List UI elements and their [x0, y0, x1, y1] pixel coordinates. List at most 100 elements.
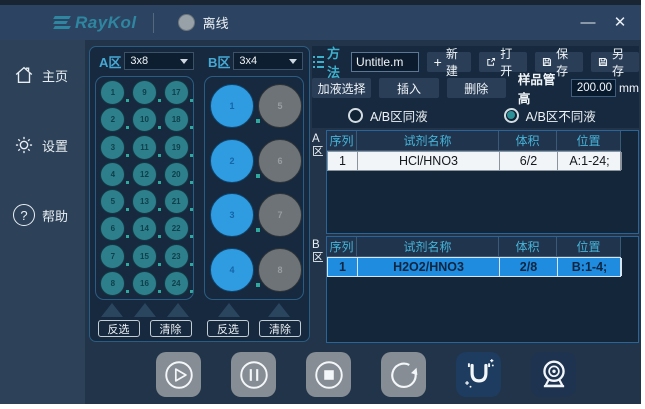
- plate-b-well-7[interactable]: 7: [258, 193, 302, 237]
- tube-height-unit: mm: [619, 81, 639, 95]
- sidebar-item-home[interactable]: 主页: [0, 62, 85, 88]
- plate-a-well-21[interactable]: 21: [164, 189, 189, 214]
- plate-b-arrow-up-icon[interactable]: [218, 303, 240, 317]
- plate-b-well-6[interactable]: 6: [258, 139, 302, 183]
- table-b-row[interactable]: 1H2O2/HNO32/8B:1-4;: [327, 257, 621, 277]
- play-button[interactable]: [156, 352, 201, 397]
- table-a-column-header: 序列: [327, 131, 357, 150]
- camera-button[interactable]: [531, 352, 576, 397]
- tube-height-input[interactable]: 200.00: [571, 79, 616, 97]
- save-icon: [542, 56, 552, 68]
- method-label: 方法: [327, 43, 349, 81]
- save-as-method-label: 另存: [612, 45, 632, 79]
- table-cell: H2O2/HNO3: [358, 258, 500, 276]
- plate-a-well-10[interactable]: 10: [132, 107, 157, 132]
- wash-tube-button[interactable]: [456, 352, 501, 397]
- new-method-button[interactable]: + 新建: [427, 52, 472, 72]
- table-cell: HCl/HNO3: [358, 152, 500, 170]
- radio-same-liquid-label: A/B区同液: [370, 106, 428, 125]
- plate-b-layout-dropdown[interactable]: 3x4: [233, 52, 303, 70]
- plate-b-layout-value: 3x4: [239, 55, 257, 67]
- plate-a-well-9[interactable]: 9: [132, 80, 157, 105]
- gear-icon: [13, 134, 35, 156]
- plate-a-header: A区 3x8: [99, 52, 194, 70]
- plate-a-well-20[interactable]: 20: [164, 162, 189, 187]
- plate-a-well-15[interactable]: 15: [132, 244, 157, 269]
- plate-a-well-8[interactable]: 8: [100, 271, 125, 296]
- plate-a-well-11[interactable]: 11: [132, 135, 157, 160]
- chevron-down-icon: [289, 59, 297, 64]
- method-list-icon: [313, 56, 324, 68]
- run-control-bar: [156, 352, 576, 397]
- stop-button[interactable]: [306, 352, 351, 397]
- method-toolbar-panel: 方法 Untitle.m + 新建 打开 保存: [312, 46, 639, 128]
- camera-icon: [537, 358, 571, 392]
- plate-b-well-5[interactable]: 5: [258, 84, 302, 128]
- plate-a-well-18[interactable]: 18: [164, 107, 189, 132]
- plate-a-well-24[interactable]: 24: [164, 271, 189, 296]
- plate-a-well-16[interactable]: 16: [132, 271, 157, 296]
- sidebar-item-label: 设置: [42, 136, 68, 155]
- plate-a-layout-dropdown[interactable]: 3x8: [124, 52, 194, 70]
- sidebar-item-help[interactable]: ? 帮助: [0, 202, 85, 228]
- plate-a-well-12[interactable]: 12: [132, 162, 157, 187]
- table-a-row[interactable]: 1HCl/HNO36/2A:1-24;: [327, 151, 621, 171]
- plate-a-well-1[interactable]: 1: [100, 80, 125, 105]
- plate-selection-panel: A区 3x8 191721018311194122051321614227152…: [89, 46, 310, 342]
- brand-logo: RayKol: [54, 13, 137, 33]
- plate-a-well-7[interactable]: 7: [100, 244, 125, 269]
- table-a-zone-label: A区: [312, 133, 326, 158]
- help-icon: ?: [13, 204, 35, 226]
- sidebar-item-label: 帮助: [42, 206, 68, 225]
- plate-a-well-14[interactable]: 14: [132, 216, 157, 241]
- table-b-zone-label: B区: [312, 239, 326, 264]
- sidebar-item-settings[interactable]: 设置: [0, 132, 85, 158]
- table-a-column-header: 体积: [499, 131, 557, 150]
- titlebar-divider: [153, 13, 154, 33]
- plate-a-invert-button[interactable]: 反选: [98, 320, 140, 337]
- plate-a-clear-button[interactable]: 清除: [150, 320, 192, 337]
- pause-button[interactable]: [231, 352, 276, 397]
- table-b-header: 序列试剂名称体积位置: [327, 237, 621, 257]
- reagent-table-b-block: B区 序列试剂名称体积位置 1H2O2/HNO32/8B:1-4;: [312, 236, 639, 343]
- plate-b-well-3[interactable]: 3: [210, 193, 254, 237]
- method-file-input[interactable]: Untitle.m: [351, 52, 419, 72]
- plate-a-arrow-up-icon[interactable]: [167, 303, 189, 317]
- plate-a-well-3[interactable]: 3: [100, 135, 125, 160]
- delete-button[interactable]: 删除: [447, 78, 506, 98]
- plate-b-well-2[interactable]: 2: [210, 139, 254, 183]
- radio-different-liquid[interactable]: A/B区不同液: [504, 106, 596, 125]
- plate-a-arrow-up-icon[interactable]: [134, 303, 156, 317]
- plate-a-well-22[interactable]: 22: [164, 216, 189, 241]
- plate-b-well-1[interactable]: 1: [210, 84, 254, 128]
- titlebar: RayKol 离线 — ✕: [0, 5, 641, 40]
- plate-a-well-4[interactable]: 4: [100, 162, 125, 187]
- close-button[interactable]: ✕: [611, 15, 629, 30]
- save-as-method-button[interactable]: 另存: [591, 52, 639, 72]
- plate-b-well-8[interactable]: 8: [258, 248, 302, 292]
- reset-icon: [387, 358, 421, 392]
- plate-b-invert-button[interactable]: 反选: [207, 320, 249, 337]
- new-method-label: 新建: [446, 45, 464, 79]
- add-liquid-select-button[interactable]: 加液选择: [312, 78, 371, 98]
- minimize-button[interactable]: —: [579, 15, 597, 30]
- plate-a-well-17[interactable]: 17: [164, 80, 189, 105]
- reset-button[interactable]: [381, 352, 426, 397]
- plate-a-arrow-up-icon[interactable]: [101, 303, 123, 317]
- plate-a-well-5[interactable]: 5: [100, 189, 125, 214]
- app-window: RayKol 离线 — ✕ 主页: [0, 0, 641, 404]
- plate-a-well-23[interactable]: 23: [164, 244, 189, 269]
- radio-same-liquid[interactable]: A/B区同液: [348, 106, 428, 125]
- table-cell: 1: [328, 258, 358, 276]
- table-a-column-header: 试剂名称: [357, 131, 499, 150]
- plate-b-well-4[interactable]: 4: [210, 248, 254, 292]
- plate-a-well-6[interactable]: 6: [100, 216, 125, 241]
- save-as-icon: [598, 56, 608, 68]
- plate-a-well-13[interactable]: 13: [132, 189, 157, 214]
- plate-b-arrow-up-icon[interactable]: [268, 303, 290, 317]
- plate-b-clear-button[interactable]: 清除: [259, 320, 301, 337]
- insert-button[interactable]: 插入: [379, 78, 438, 98]
- plate-a-well-2[interactable]: 2: [100, 107, 125, 132]
- wash-tube-icon: [462, 358, 496, 392]
- plate-a-well-19[interactable]: 19: [164, 135, 189, 160]
